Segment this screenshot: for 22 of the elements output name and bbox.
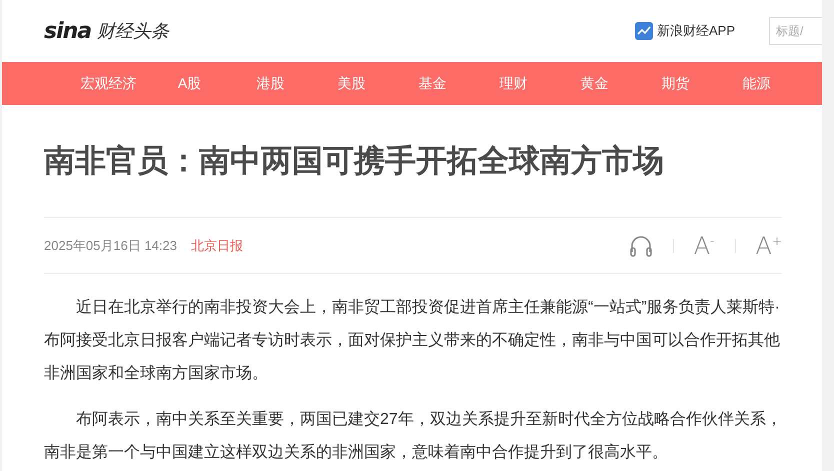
channel-name: 财经头条 <box>97 20 170 43</box>
nav-link[interactable]: 黄金 <box>554 74 635 92</box>
app-icon <box>634 22 653 40</box>
nav-link[interactable]: 宏观经济 <box>68 74 149 92</box>
nav-link[interactable]: 美股 <box>311 74 392 92</box>
source-link[interactable]: 北京日报 <box>190 236 243 254</box>
nav-link[interactable]: 期货 <box>635 74 716 92</box>
nav-link[interactable]: 基金 <box>392 74 473 92</box>
paragraph: 布阿表示，南中关系至关重要，两国已建交27年，双边关系提升至新时代全方位战略合作伙伴关系，南非是第一个与中国建立这样双边关系的非洲国家，意味着南中合作提升到了很高水平。 <box>44 410 782 463</box>
nav-link[interactable]: 能源 <box>716 74 797 92</box>
paragraph: 近日在北京举行的南非投资大会上，南非贸工部投资促进首席主任兼能源“一站式”服务负责人莱斯特·布阿接受北京日报客户端记者专访时表示，面对保护主义带来的不确定性，南非与中国可以合作开拓其他非洲国家和全球南方国家市场。 <box>44 298 781 384</box>
article-title: 南非官员：南中两国可携手开拓全球南方市场 <box>44 105 782 218</box>
app-link[interactable]: 新浪财经APP <box>634 22 735 40</box>
publish-date: 2025年05月16日 14:23 <box>44 236 177 254</box>
font-size-button[interactable]: A$^{-}$ <box>694 234 715 258</box>
search-field[interactable]: 标题/ <box>769 17 822 45</box>
headphones-icon[interactable] <box>628 234 653 256</box>
font-size-button[interactable]: A$^{+}$ <box>756 234 782 258</box>
nav-link[interactable]: 理财 <box>473 74 554 92</box>
logo[interactable]: sina <box>44 18 92 44</box>
nav-link[interactable]: 港股 <box>230 74 311 92</box>
nav-link[interactable]: A股 <box>149 74 230 92</box>
